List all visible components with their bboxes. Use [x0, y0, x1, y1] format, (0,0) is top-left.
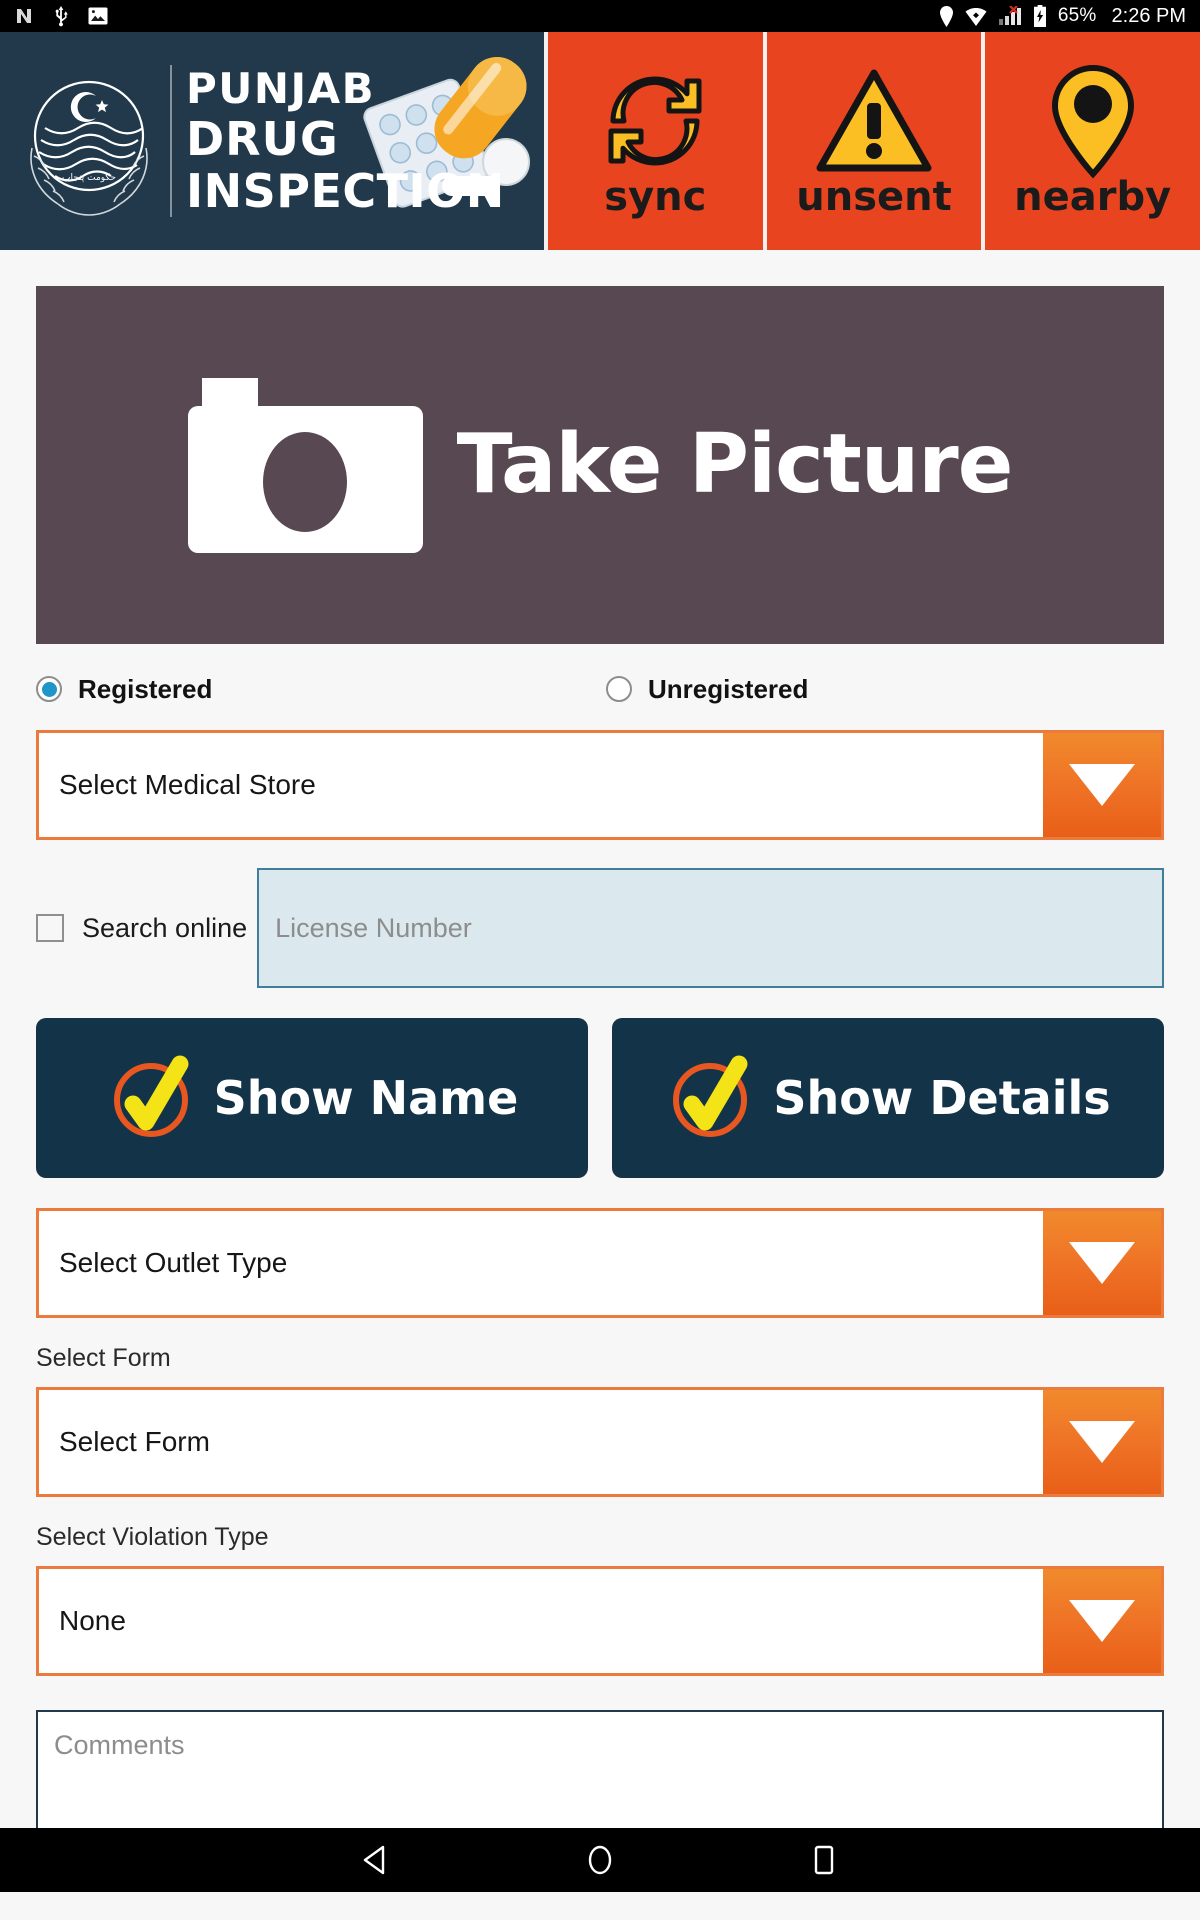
- show-details-button[interactable]: Show Details: [612, 1018, 1164, 1178]
- battery-percentage: 65%: [1057, 5, 1097, 26]
- show-name-button[interactable]: Show Name: [36, 1018, 588, 1178]
- action-button-row: Show Name Show Details: [36, 1018, 1164, 1178]
- radio-unregistered-label: Unregistered: [648, 673, 809, 704]
- radio-registered-indicator[interactable]: [36, 676, 62, 702]
- checkbox-box-icon[interactable]: [36, 914, 64, 942]
- usb-icon: [52, 5, 70, 27]
- outlet-type-value: Select Outlet Type: [39, 1211, 1043, 1315]
- outlet-type-dropdown[interactable]: Select Outlet Type: [36, 1208, 1164, 1318]
- take-picture-button[interactable]: Take Picture: [36, 286, 1164, 644]
- radio-unregistered-indicator[interactable]: [606, 676, 632, 702]
- chevron-down-icon[interactable]: [1043, 1211, 1161, 1315]
- comments-textarea[interactable]: Comments: [36, 1710, 1164, 1840]
- status-bar: 65% 2:26 PM: [0, 0, 1200, 32]
- medical-store-value: Select Medical Store: [39, 733, 1043, 837]
- brand-divider: [170, 65, 172, 217]
- check-circle-icon: [106, 1050, 202, 1146]
- form-field-label: Select Form: [36, 1344, 171, 1372]
- brand-line-3: INSPECTION: [186, 164, 505, 218]
- radio-unregistered[interactable]: Unregistered: [606, 674, 808, 705]
- unsent-button[interactable]: unsent: [762, 32, 982, 250]
- back-triangle-icon[interactable]: [359, 1843, 393, 1877]
- battery-charging-icon: [1033, 5, 1047, 27]
- license-number-input[interactable]: License Number: [257, 868, 1164, 988]
- recents-square-icon[interactable]: [807, 1843, 841, 1877]
- chevron-down-icon[interactable]: [1043, 1390, 1161, 1494]
- radio-registered[interactable]: Registered: [36, 674, 606, 705]
- camera-icon: [187, 377, 423, 553]
- medical-store-dropdown[interactable]: Select Medical Store: [36, 730, 1164, 840]
- form-dropdown[interactable]: Select Form: [36, 1387, 1164, 1497]
- chevron-down-icon[interactable]: [1043, 1569, 1161, 1673]
- registration-radio-group: Registered Unregistered: [0, 666, 1200, 712]
- brand-line-2: DRUG: [186, 112, 339, 166]
- violation-type-dropdown[interactable]: None: [36, 1566, 1164, 1676]
- violation-type-field-label: Select Violation Type: [36, 1523, 269, 1551]
- unsent-button-label: unsent: [796, 174, 952, 220]
- sync-button-label: sync: [604, 174, 707, 220]
- sync-button[interactable]: sync: [544, 32, 763, 250]
- license-search-row: Search online License Number: [36, 868, 1164, 988]
- brand-wordmark: PUNJAB DRUG INSPECTION: [186, 64, 505, 218]
- take-picture-label: Take Picture: [456, 417, 1014, 512]
- android-navigation-bar: [0, 1828, 1200, 1892]
- brand-line-1: PUNJAB: [186, 64, 376, 113]
- radio-registered-label: Registered: [78, 673, 213, 704]
- brand-banner: حکومت پنجاب PUNJAB DRUG INSPECTION: [0, 32, 544, 250]
- search-online-label: Search online: [82, 912, 248, 943]
- app-header: حکومت پنجاب PUNJAB DRUG INSPECTION sync …: [0, 32, 1200, 250]
- status-bar-right-icons: 65% 2:26 PM: [939, 5, 1186, 28]
- sync-icon: [599, 61, 711, 181]
- search-online-checkbox[interactable]: Search online: [36, 913, 257, 944]
- show-details-label: Show Details: [773, 1071, 1111, 1125]
- image-icon: [88, 7, 108, 25]
- signal-icon: [998, 6, 1022, 26]
- nfc-icon: [14, 6, 34, 26]
- home-circle-icon[interactable]: [583, 1843, 617, 1877]
- main-content: Take Picture Registered Unregistered Sel…: [0, 286, 1200, 1892]
- form-value: Select Form: [39, 1390, 1043, 1494]
- wifi-icon: [965, 7, 987, 26]
- show-name-label: Show Name: [213, 1071, 519, 1125]
- nearby-button[interactable]: nearby: [981, 32, 1200, 250]
- check-circle-icon: [665, 1050, 761, 1146]
- map-pin-icon: [1045, 61, 1141, 181]
- nearby-button-label: nearby: [1014, 174, 1172, 220]
- warning-icon: [815, 61, 933, 181]
- location-icon: [939, 5, 954, 27]
- svg-text:حکومت پنجاب: حکومت پنجاب: [62, 173, 116, 183]
- status-bar-left-icons: [14, 5, 108, 27]
- clock: 2:26 PM: [1111, 4, 1186, 27]
- punjab-government-crest-icon: حکومت پنجاب: [14, 56, 164, 226]
- chevron-down-icon[interactable]: [1043, 733, 1161, 837]
- violation-type-value: None: [39, 1569, 1043, 1673]
